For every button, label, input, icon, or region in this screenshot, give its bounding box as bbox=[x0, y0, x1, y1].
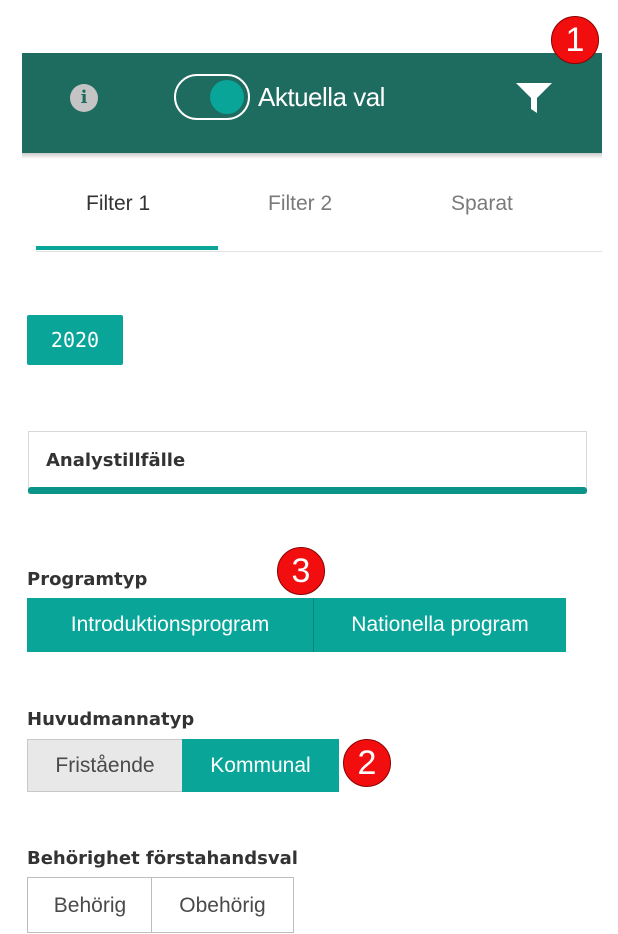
toggle-knob bbox=[210, 80, 244, 114]
behorighet-label: Behörighet förstahandsval bbox=[27, 848, 298, 869]
fristaende-button[interactable]: Fristående bbox=[27, 739, 182, 792]
huvudmannatyp-label: Huvudmannatyp bbox=[27, 709, 195, 730]
tab-filter-1[interactable]: Filter 1 bbox=[86, 192, 150, 216]
analystillfalle-label: Analystillfälle bbox=[46, 450, 186, 471]
behorig-button[interactable]: Behörig bbox=[27, 877, 152, 933]
year-chip[interactable]: 2020 bbox=[27, 315, 123, 365]
toolbar-shadow bbox=[22, 153, 602, 159]
tabs-divider bbox=[36, 251, 602, 252]
kommunal-button[interactable]: Kommunal bbox=[182, 739, 339, 792]
nationella-program-button[interactable]: Nationella program bbox=[314, 598, 566, 652]
info-icon[interactable]: i bbox=[70, 84, 98, 112]
tab-filter-2[interactable]: Filter 2 bbox=[268, 192, 332, 216]
annotation-badge-3: 3 bbox=[277, 547, 325, 595]
filter-icon[interactable] bbox=[514, 80, 554, 116]
analystillfalle-bar bbox=[28, 487, 587, 494]
aktuella-val-toggle[interactable] bbox=[174, 74, 250, 120]
annotation-badge-2: 2 bbox=[343, 739, 391, 787]
annotation-badge-1: 1 bbox=[551, 16, 599, 64]
programtyp-label: Programtyp bbox=[27, 569, 148, 590]
tab-sparat[interactable]: Sparat bbox=[451, 192, 513, 216]
analystillfalle-selector[interactable]: Analystillfälle bbox=[28, 431, 587, 494]
introduktionsprogram-button[interactable]: Introduktionsprogram bbox=[27, 598, 313, 652]
active-tab-indicator bbox=[36, 246, 218, 250]
toggle-label: Aktuella val bbox=[258, 82, 385, 112]
obehorig-button[interactable]: Obehörig bbox=[151, 877, 294, 933]
